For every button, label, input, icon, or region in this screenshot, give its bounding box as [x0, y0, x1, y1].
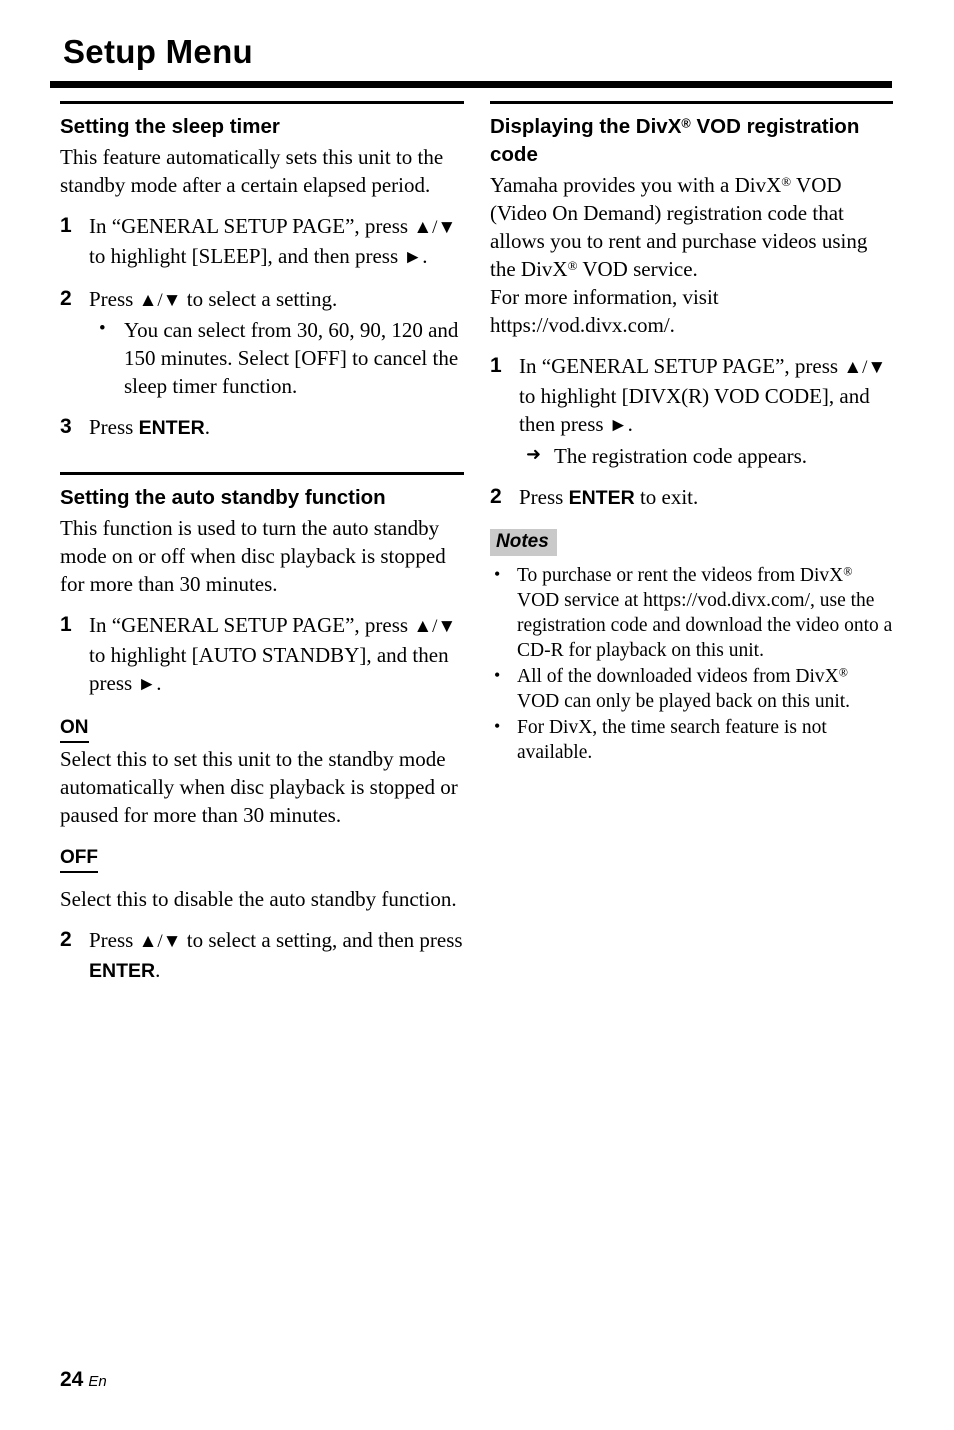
registered-trademark-icon: ®	[781, 174, 792, 190]
step-number: 1	[60, 214, 72, 237]
step-number: 1	[60, 613, 72, 636]
bullet-icon: •	[99, 318, 106, 339]
option-heading-on: ON	[60, 716, 89, 743]
step-result: ➜ The registration code appears.	[519, 442, 893, 470]
section-divider-auto-standby	[60, 472, 464, 475]
option-description-on: Select this to set this unit to the stan…	[60, 747, 458, 827]
section-heading-divx-vod: Displaying the DivX® VOD registration co…	[490, 113, 893, 169]
up-down-arrow-icon: ▲/▼	[413, 616, 457, 637]
note-text: For DivX, the time search feature is not…	[517, 717, 827, 763]
step-text-cont: to highlight [SLEEP], and then press	[89, 244, 404, 268]
language-code: En	[88, 1373, 107, 1390]
heading-text: Displaying the DivX	[490, 115, 682, 138]
step-text: Press	[89, 287, 139, 311]
left-column: Setting the sleep timer This feature aut…	[60, 101, 464, 985]
step-text-end: .	[627, 412, 633, 436]
section-heading-sleep-timer: Setting the sleep timer	[60, 115, 280, 138]
section-divider-divx-vod	[490, 101, 893, 104]
registered-trademark-icon: ®	[838, 665, 848, 680]
section-heading-auto-standby: Setting the auto standby function	[60, 486, 386, 509]
notes-label: Notes	[490, 529, 557, 556]
registered-trademark-icon: ®	[843, 564, 853, 579]
step-text-cont: to select a setting.	[181, 287, 338, 311]
step-text: In “GENERAL SETUP PAGE”, press	[89, 214, 414, 238]
right-arrow-icon: ►	[608, 415, 628, 436]
step-item: 2 Press ENTER to exit.	[490, 483, 893, 512]
step-item: 3 Press ENTER.	[60, 413, 464, 442]
step-text-cont: to select a setting, and then press	[181, 928, 463, 952]
step-text: Press	[519, 485, 569, 509]
option-heading-off: OFF	[60, 846, 98, 873]
page-footer: 24 En	[60, 1368, 107, 1392]
page-number: 24	[60, 1368, 84, 1391]
step-number: 3	[60, 415, 72, 438]
registered-trademark-icon: ®	[567, 258, 578, 274]
note-text: To purchase or rent the videos from DivX	[517, 565, 844, 586]
section-intro-divx-vod: Yamaha provides you with a DivX® VOD (Vi…	[490, 171, 893, 283]
note-text-cont: VOD can only be played back on this unit…	[517, 691, 851, 712]
up-down-arrow-icon: ▲/▼	[413, 217, 457, 238]
step-number: 2	[60, 928, 72, 951]
right-arrow-icon: ►	[403, 247, 423, 268]
right-arrow-icon: ►	[137, 674, 157, 695]
note-text-cont: VOD service at https://vod.divx.com/, us…	[517, 590, 893, 661]
option-description-off: Select this to disable the auto standby …	[60, 887, 457, 911]
step-item: 2 Press ▲/▼ to select a setting, and the…	[60, 926, 464, 985]
sub-bullet-item: • You can select from 30, 60, 90, 120 an…	[89, 316, 464, 400]
step-text-end: .	[156, 671, 162, 695]
bullet-icon: •	[494, 716, 501, 736]
title-divider	[50, 81, 892, 88]
page-title: Setup Menu	[63, 33, 253, 70]
step-item: 1 In “GENERAL SETUP PAGE”, press ▲/▼ to …	[60, 212, 464, 272]
enter-key-label: ENTER	[138, 417, 205, 439]
step-text: In “GENERAL SETUP PAGE”, press	[89, 613, 414, 637]
intro-text-end: VOD service.	[577, 257, 698, 281]
section-divider-sleep-timer	[60, 101, 464, 104]
step-text-end: .	[204, 415, 210, 439]
result-arrow-icon: ➜	[526, 444, 542, 465]
up-down-arrow-icon: ▲/▼	[138, 931, 182, 952]
step-text: Press	[89, 928, 139, 952]
note-item: • All of the downloaded videos from DivX…	[490, 664, 893, 714]
sub-bullet-text: You can select from 30, 60, 90, 120 and …	[124, 318, 459, 398]
step-text: Press	[89, 415, 139, 439]
notes-list: • To purchase or rent the videos from Di…	[490, 563, 893, 765]
step-text-cont: to highlight [DIVX(R) VOD CODE], and the…	[519, 384, 870, 436]
step-item: 2 Press ▲/▼ to select a setting. • You c…	[60, 285, 464, 400]
section-intro-divx-url: For more information, visit https://vod.…	[490, 285, 719, 337]
up-down-arrow-icon: ▲/▼	[843, 357, 887, 378]
enter-key-label: ENTER	[568, 487, 635, 509]
registered-trademark-icon: ®	[681, 115, 691, 131]
note-item: • For DivX, the time search feature is n…	[490, 715, 893, 765]
result-text: The registration code appears.	[554, 444, 808, 468]
enter-key-label: ENTER	[89, 960, 156, 982]
step-text-end: .	[422, 244, 428, 268]
note-item: • To purchase or rent the videos from Di…	[490, 563, 893, 663]
bullet-icon: •	[494, 665, 501, 685]
step-item: 1 In “GENERAL SETUP PAGE”, press ▲/▼ to …	[60, 611, 464, 699]
section-intro-auto-standby: This function is used to turn the auto s…	[60, 516, 446, 596]
up-down-arrow-icon: ▲/▼	[138, 290, 182, 311]
document-page: Setup Menu Setting the sleep timer This …	[0, 0, 954, 1430]
step-text-end: .	[155, 958, 161, 982]
step-number: 1	[490, 354, 502, 377]
right-column: Displaying the DivX® VOD registration co…	[490, 101, 893, 766]
step-text-end: to exit.	[634, 485, 699, 509]
step-number: 2	[490, 485, 502, 508]
step-number: 2	[60, 287, 72, 310]
bullet-icon: •	[494, 564, 501, 584]
section-intro-sleep-timer: This feature automatically sets this uni…	[60, 145, 444, 197]
note-text: All of the downloaded videos from DivX	[517, 666, 839, 687]
intro-text: Yamaha provides you with a DivX	[490, 173, 782, 197]
step-item: 1 In “GENERAL SETUP PAGE”, press ▲/▼ to …	[490, 352, 893, 470]
step-text: In “GENERAL SETUP PAGE”, press	[519, 354, 844, 378]
